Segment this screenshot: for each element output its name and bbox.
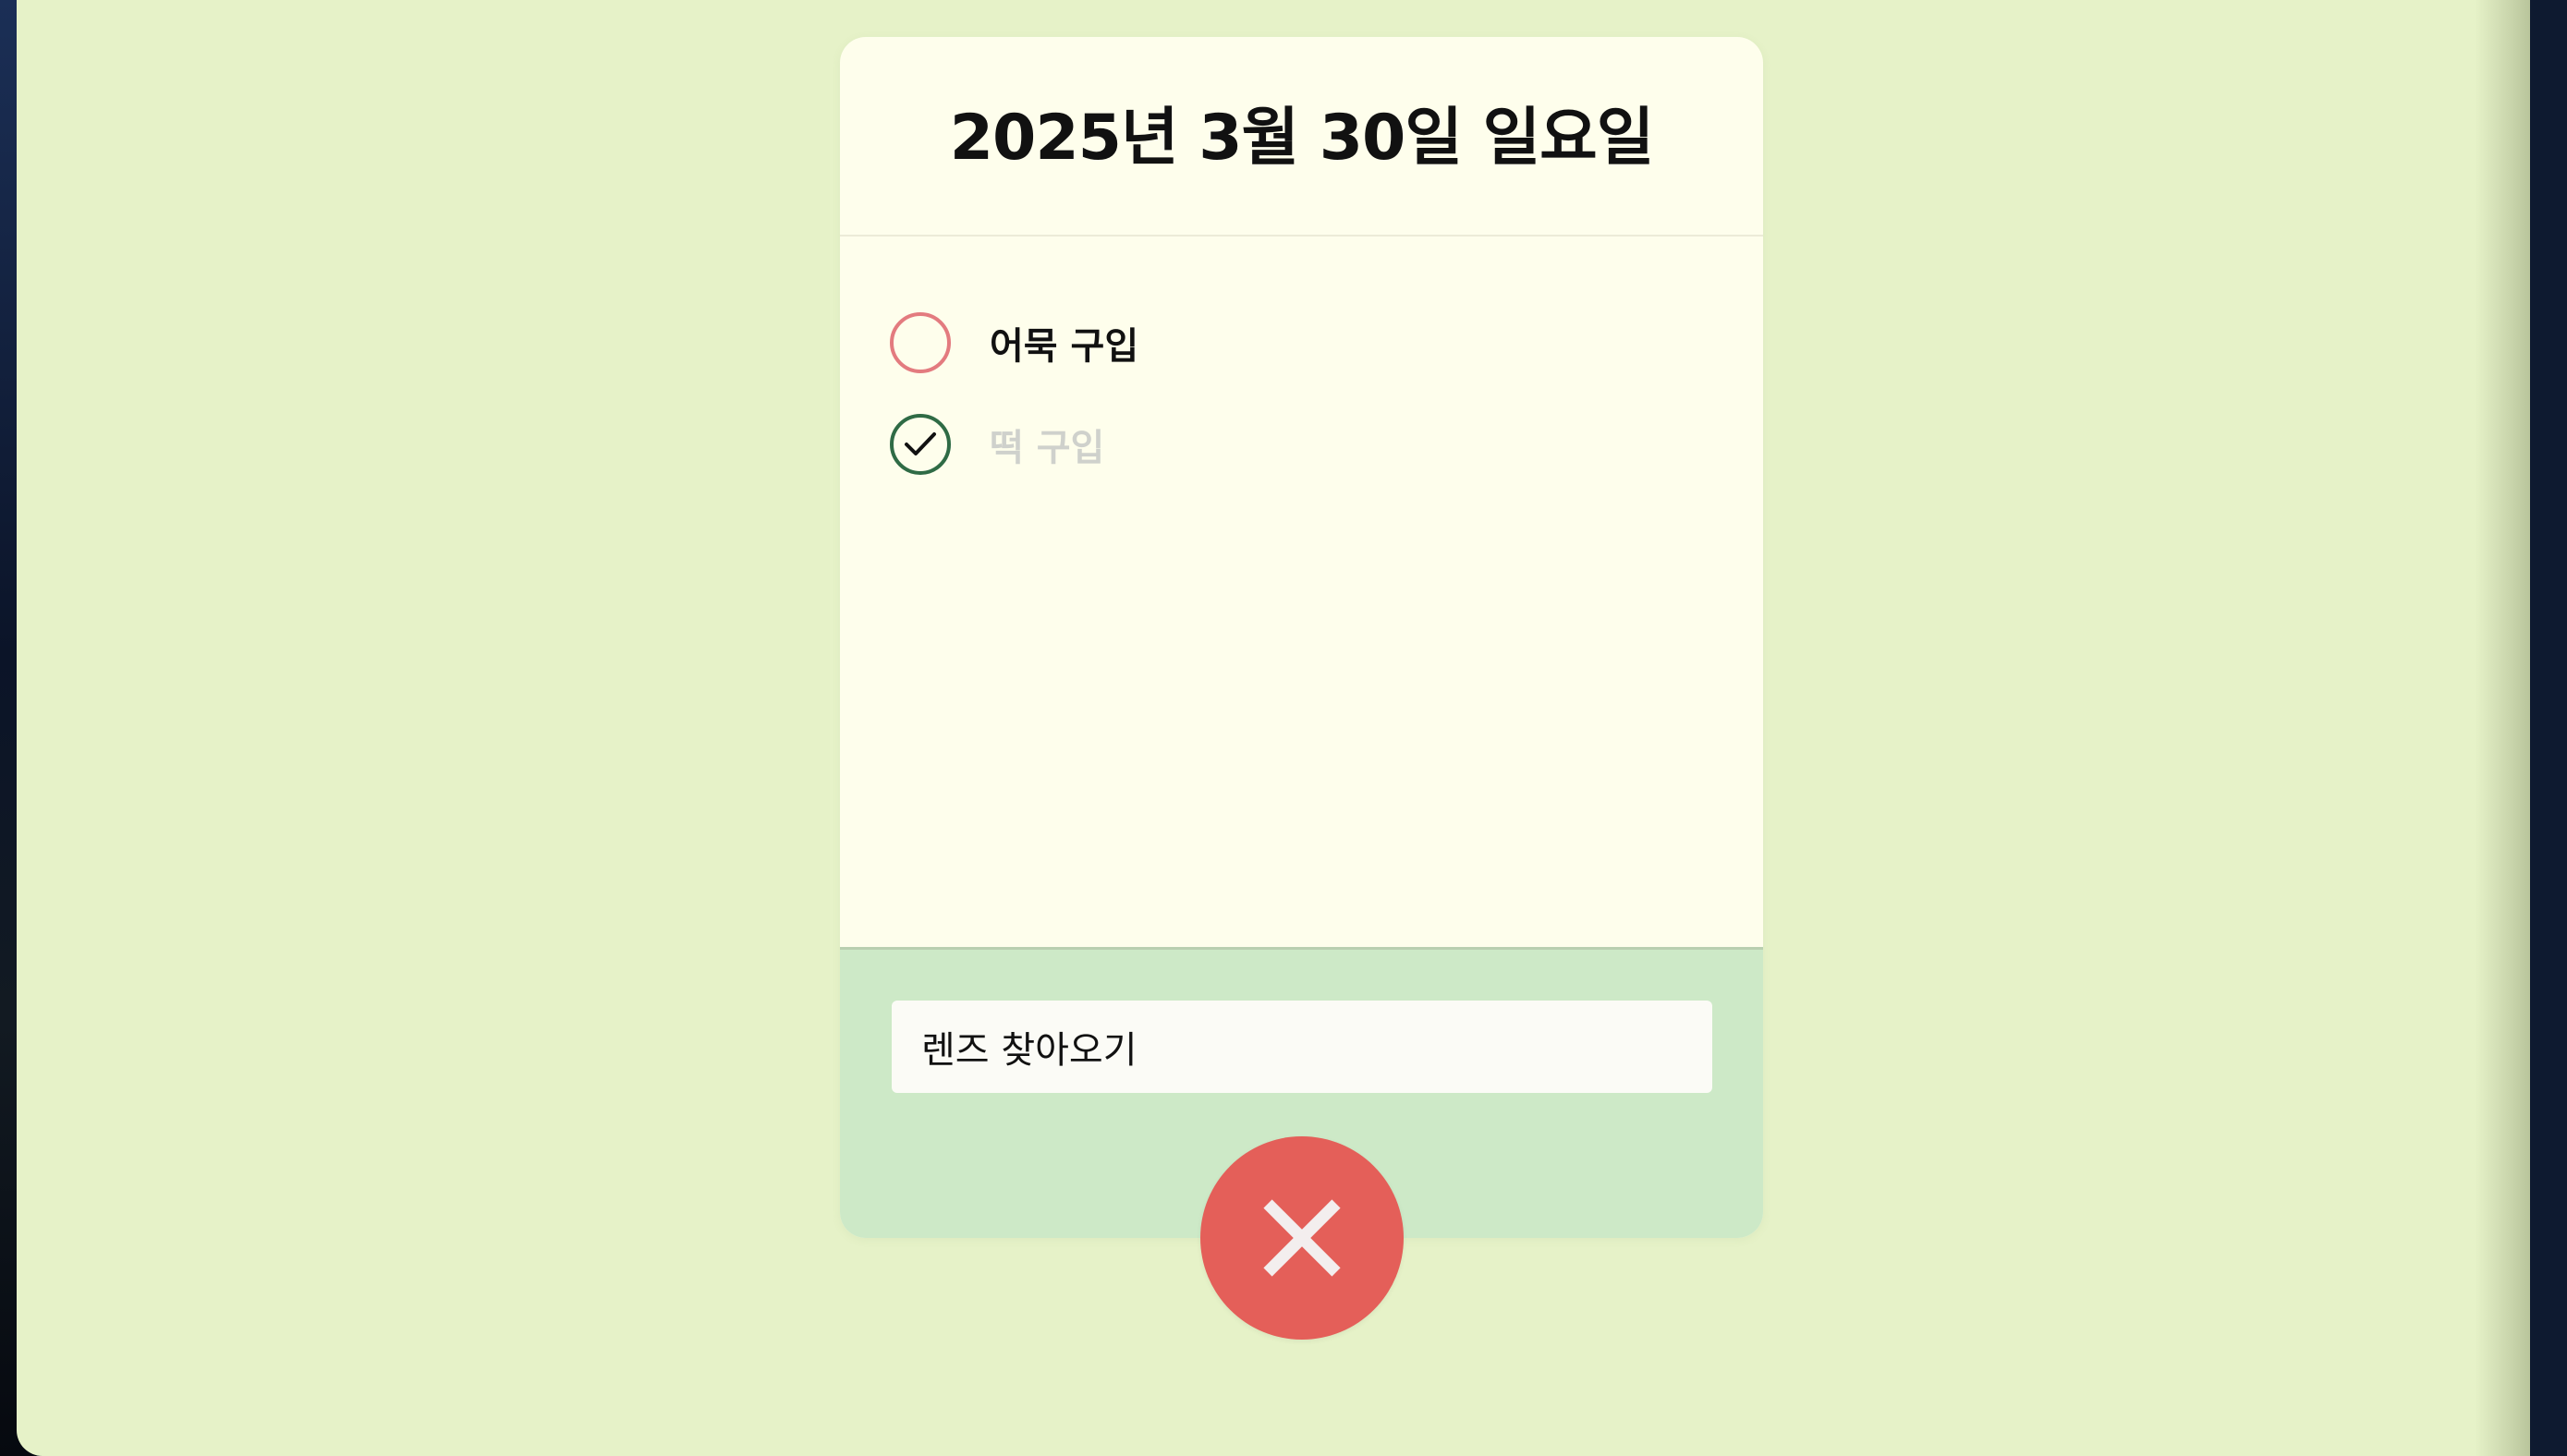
card-header: 2025년 3월 30일 일요일	[840, 37, 1763, 237]
new-todo-input[interactable]	[892, 1001, 1712, 1093]
todo-checkbox-checked[interactable]	[890, 414, 951, 475]
checkmark-icon	[905, 432, 936, 455]
todo-checkbox[interactable]	[890, 312, 951, 373]
date-title: 2025년 3월 30일 일요일	[949, 101, 1655, 175]
todo-card: 2025년 3월 30일 일요일 어묵 구입 떡 구입	[840, 37, 1763, 1238]
todo-text: 어묵 구입	[990, 325, 1139, 368]
window-edge-shadow	[2475, 0, 2530, 1456]
todo-list: 어묵 구입 떡 구입	[840, 237, 1763, 495]
todo-item: 떡 구입	[890, 394, 1763, 495]
todo-text-done: 떡 구입	[990, 427, 1105, 469]
todo-item: 어묵 구입	[890, 292, 1763, 394]
close-icon	[1263, 1199, 1341, 1277]
close-button[interactable]	[1200, 1136, 1404, 1340]
